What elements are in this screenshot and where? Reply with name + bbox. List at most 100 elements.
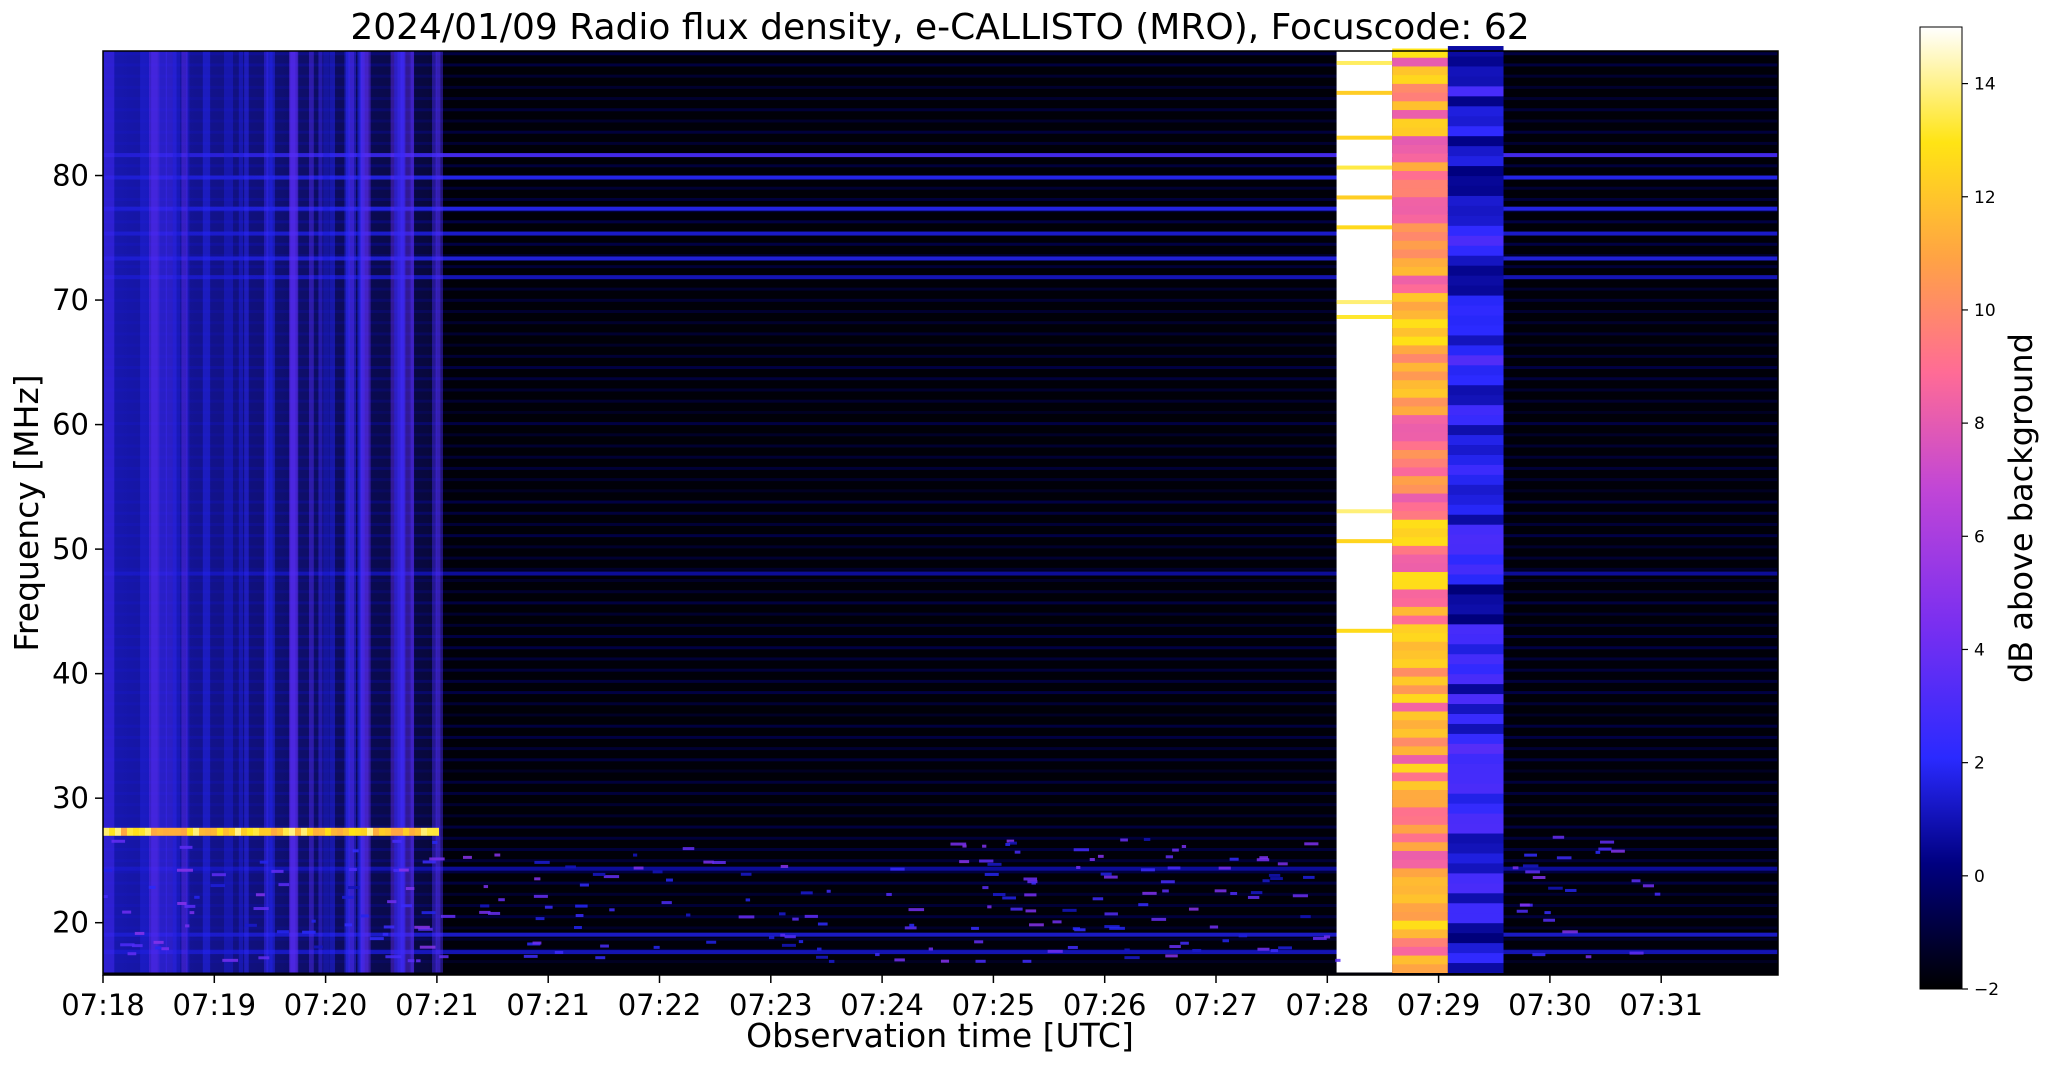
interference-speck [1256, 858, 1270, 862]
narrowband-line-segment [283, 827, 289, 836]
burst-column-moderate-column [1447, 454, 1504, 465]
interference-speck [194, 895, 200, 899]
interference-speck [982, 886, 989, 890]
x-axis-label: Observation time [UTC] [746, 1016, 1134, 1055]
burst-column-moderate-column [1447, 354, 1504, 366]
interference-speck [523, 954, 538, 958]
interference-speck [1180, 941, 1189, 945]
interference-speck [828, 959, 835, 963]
interference-speck [959, 860, 970, 864]
y-tick-label: 70 [52, 283, 89, 317]
narrowband-line-segment [415, 827, 421, 836]
interference-speck [579, 883, 589, 887]
burst-column-moderate-column [1447, 255, 1504, 266]
interference-speck [908, 908, 925, 912]
burst-column-moderate-column [1447, 185, 1504, 196]
interference-speck [1104, 912, 1118, 916]
burst-column-bright-column [1392, 911, 1448, 921]
burst-column-bright-column [1392, 754, 1448, 764]
burst-column-bright-column [1392, 310, 1448, 320]
interference-speck [1025, 909, 1037, 913]
chart-title: 2024/01/09 Radio flux density, e-CALLIST… [350, 7, 1529, 48]
interference-speck [1214, 889, 1227, 893]
interference-speck [1524, 853, 1538, 857]
burst-column-moderate-column [1447, 564, 1504, 575]
interference-speck [1067, 945, 1078, 949]
interference-speck [800, 891, 813, 895]
burst-column-bright-column [1392, 161, 1448, 172]
interference-speck [419, 945, 436, 949]
burst-column-bright-column [1392, 283, 1448, 294]
burst-column-bright-column [1392, 798, 1448, 808]
narrowband-line-segment [109, 827, 115, 836]
narrowband-line-segment [121, 827, 127, 836]
colorbar-gradient [1919, 26, 1963, 990]
burst-column-bright-column [1392, 458, 1448, 468]
burst-column-moderate-column [1447, 165, 1504, 177]
interference-speck [975, 959, 986, 963]
narrowband-line-segment [127, 827, 133, 836]
burst-column-bright-column [1392, 641, 1448, 651]
interference-speck [780, 933, 786, 937]
burst-column-moderate-column [1447, 882, 1504, 894]
interference-speck [347, 886, 360, 890]
interference-speck [909, 923, 915, 927]
burst-column-bright-column [1392, 745, 1448, 756]
interference-speck [422, 860, 436, 864]
interference-speck [1257, 947, 1270, 951]
narrowband-line-segment [145, 827, 151, 836]
burst-column-moderate-column [1447, 225, 1504, 236]
burst-column-moderate-column [1447, 55, 1504, 67]
burst-column-bright-column [1392, 48, 1448, 58]
burst-column-bright-column [1392, 693, 1448, 703]
burst-column-bright-column [1392, 833, 1448, 843]
interference-speck [652, 870, 663, 874]
burst-column-bright-column [1392, 789, 1448, 799]
interference-speck [440, 914, 456, 918]
burst-column-bright-column [1392, 649, 1448, 660]
interference-speck [244, 923, 257, 927]
narrowband-line-segment [361, 827, 367, 836]
interference-speck [185, 924, 190, 928]
interference-speck [385, 955, 402, 959]
burst-column-moderate-column [1447, 683, 1504, 695]
narrowband-line-segment [397, 827, 403, 836]
burst-column-moderate-column [1447, 245, 1504, 256]
interference-speck [349, 868, 357, 872]
interference-speck [1022, 959, 1032, 963]
burst-column-moderate-column [1447, 444, 1504, 455]
colorbar-tick-label: 8 [1974, 414, 1985, 434]
narrowband-line-segment [301, 827, 307, 836]
interference-speck [984, 872, 999, 876]
narrowband-line-segment [229, 827, 235, 836]
interference-speck [1556, 856, 1572, 860]
burst-column-moderate-column [1447, 703, 1504, 714]
burst-column-moderate-column [1447, 892, 1504, 904]
interference-speck [1270, 877, 1283, 881]
interference-speck [1230, 891, 1238, 895]
interference-speck [255, 893, 265, 897]
burst-column-bright-column [1392, 536, 1448, 546]
burst-column-moderate-column [1447, 175, 1504, 186]
interference-speck [738, 915, 755, 919]
burst-column-bright-column [1392, 623, 1448, 634]
interference-speck [111, 839, 126, 843]
x-tick-label: 07:30 [1508, 988, 1592, 1022]
interference-speck [1222, 939, 1230, 943]
burst-stripe [1336, 225, 1393, 230]
interference-speck [1072, 927, 1081, 931]
interference-speck [1654, 892, 1661, 896]
burst-column-bright-column [1392, 963, 1448, 974]
interference-speck [153, 940, 164, 944]
burst-column-moderate-column [1447, 145, 1504, 157]
burst-column-bright-column [1392, 65, 1448, 76]
burst-column-bright-column [1392, 153, 1448, 163]
interference-speck [1335, 958, 1341, 962]
narrowband-line-segment [211, 827, 217, 836]
burst-column-moderate-column [1447, 952, 1504, 964]
burst-column-bright-column [1392, 937, 1448, 947]
narrowband-line-segment [235, 827, 241, 836]
narrowband-line-segment [331, 827, 337, 836]
burst-column-bright-column [1392, 571, 1448, 581]
y-tick-label: 80 [52, 159, 89, 193]
